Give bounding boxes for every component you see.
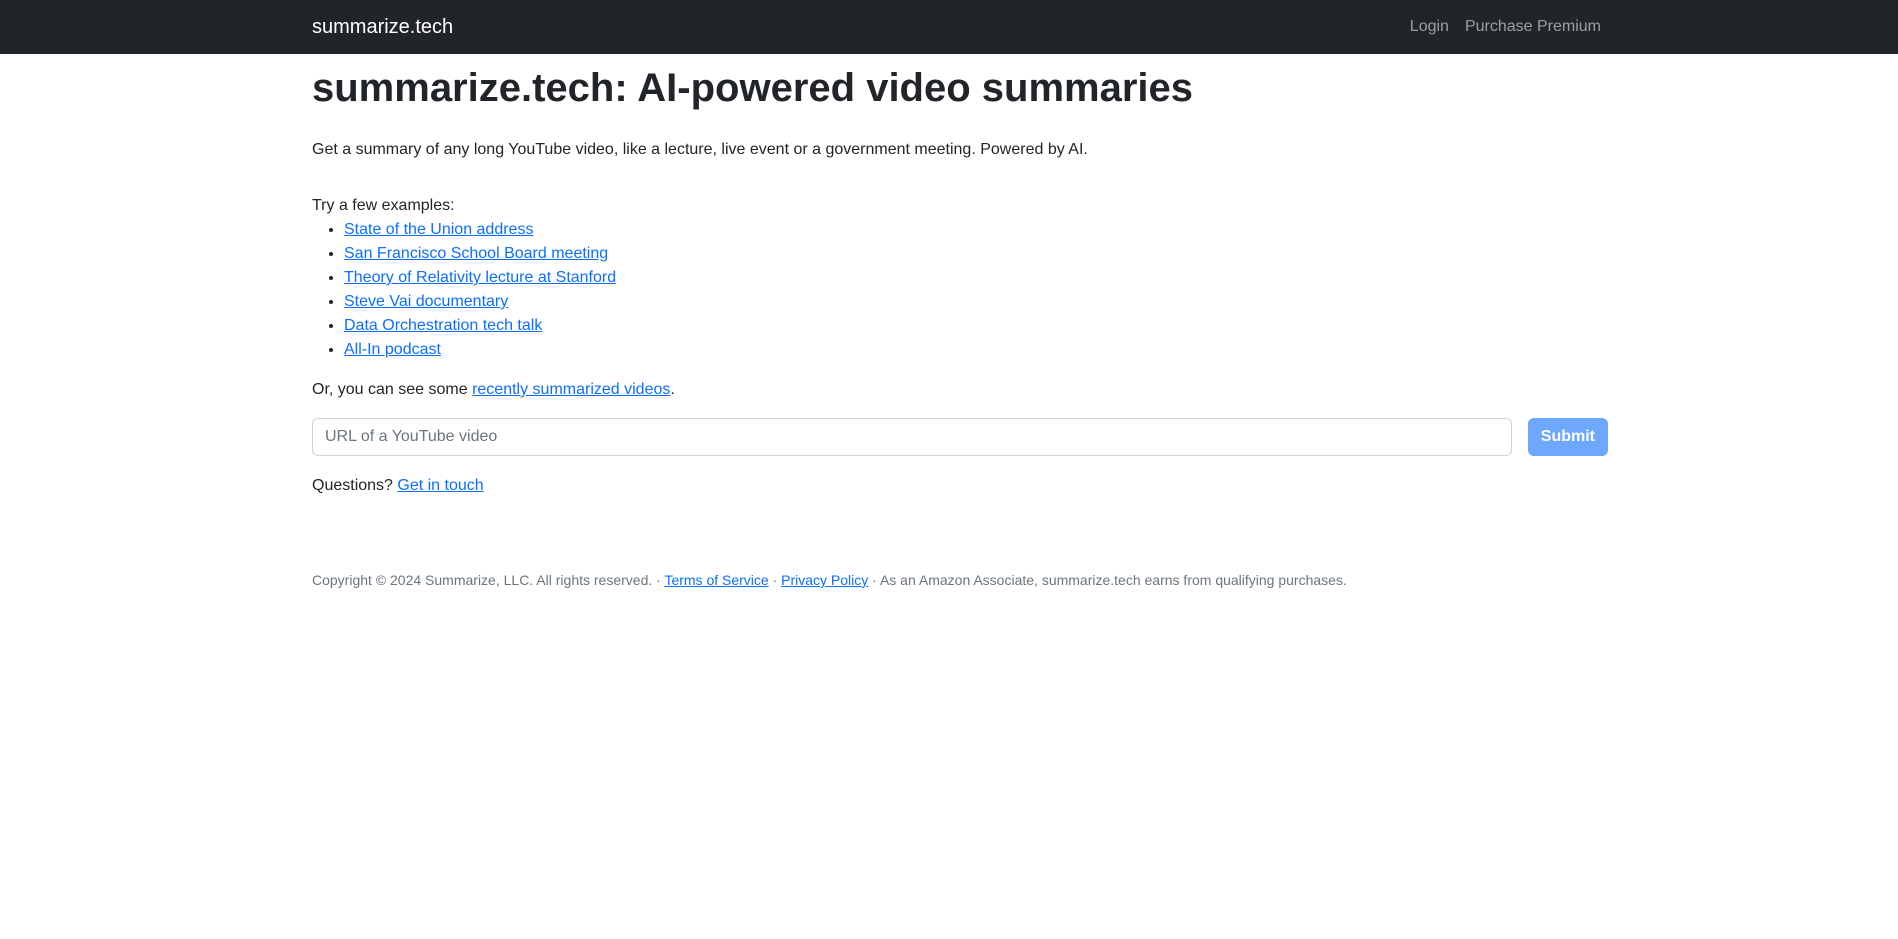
get-in-touch-link[interactable]: Get in touch <box>397 477 483 494</box>
example-link-all-in-podcast[interactable]: All-In podcast <box>344 341 441 358</box>
footer: Copyright © 2024 Summarize, LLC. All rig… <box>312 570 1608 590</box>
example-link-state-of-the-union[interactable]: State of the Union address <box>344 221 533 238</box>
recent-videos-link[interactable]: recently summarized videos <box>472 381 670 398</box>
example-link-steve-vai[interactable]: Steve Vai documentary <box>344 293 508 310</box>
youtube-url-input[interactable] <box>312 418 1512 456</box>
recent-videos-line: Or, you can see some recently summarized… <box>312 378 1608 402</box>
questions-line: Questions? Get in touch <box>312 474 1608 498</box>
main-content: summarize.tech: AI-powered video summari… <box>312 54 1608 590</box>
lead-text: Get a summary of any long YouTube video,… <box>312 141 1088 158</box>
list-item: Steve Vai documentary <box>344 290 1608 314</box>
example-link-data-orchestration[interactable]: Data Orchestration tech talk <box>344 317 542 334</box>
login-link[interactable]: Login <box>1410 16 1449 38</box>
examples-list: State of the Union address San Francisco… <box>312 218 1608 362</box>
questions-prefix: Questions? <box>312 477 398 494</box>
terms-of-service-link[interactable]: Terms of Service <box>664 572 768 588</box>
top-navbar: summarize.tech Login Purchase Premium <box>0 0 1898 54</box>
page-title: summarize.tech: AI-powered video summari… <box>312 66 1194 110</box>
recent-suffix: . <box>670 381 675 398</box>
copyright-text: Copyright © 2024 Summarize, LLC. All rig… <box>312 572 665 588</box>
submit-button[interactable]: Submit <box>1527 418 1608 456</box>
purchase-premium-link[interactable]: Purchase Premium <box>1465 16 1601 38</box>
url-form: Submit <box>312 418 1608 456</box>
list-item: State of the Union address <box>344 218 1608 242</box>
nav-links: Login Purchase Premium <box>1410 16 1601 38</box>
brand-logo-link[interactable]: summarize.tech <box>312 14 453 40</box>
amazon-associate-text: · As an Amazon Associate, summarize.tech… <box>868 572 1347 588</box>
example-link-relativity-lecture[interactable]: Theory of Relativity lecture at Stanford <box>344 269 616 286</box>
recent-prefix: Or, you can see some <box>312 381 473 398</box>
footer-separator: · <box>768 572 782 588</box>
list-item: Data Orchestration tech talk <box>344 314 1608 338</box>
examples-intro: Try a few examples: <box>312 197 455 214</box>
list-item: All-In podcast <box>344 338 1608 362</box>
example-link-sf-school-board[interactable]: San Francisco School Board meeting <box>344 245 608 262</box>
list-item: Theory of Relativity lecture at Stanford <box>344 266 1608 290</box>
list-item: San Francisco School Board meeting <box>344 242 1608 266</box>
privacy-policy-link[interactable]: Privacy Policy <box>781 572 868 588</box>
